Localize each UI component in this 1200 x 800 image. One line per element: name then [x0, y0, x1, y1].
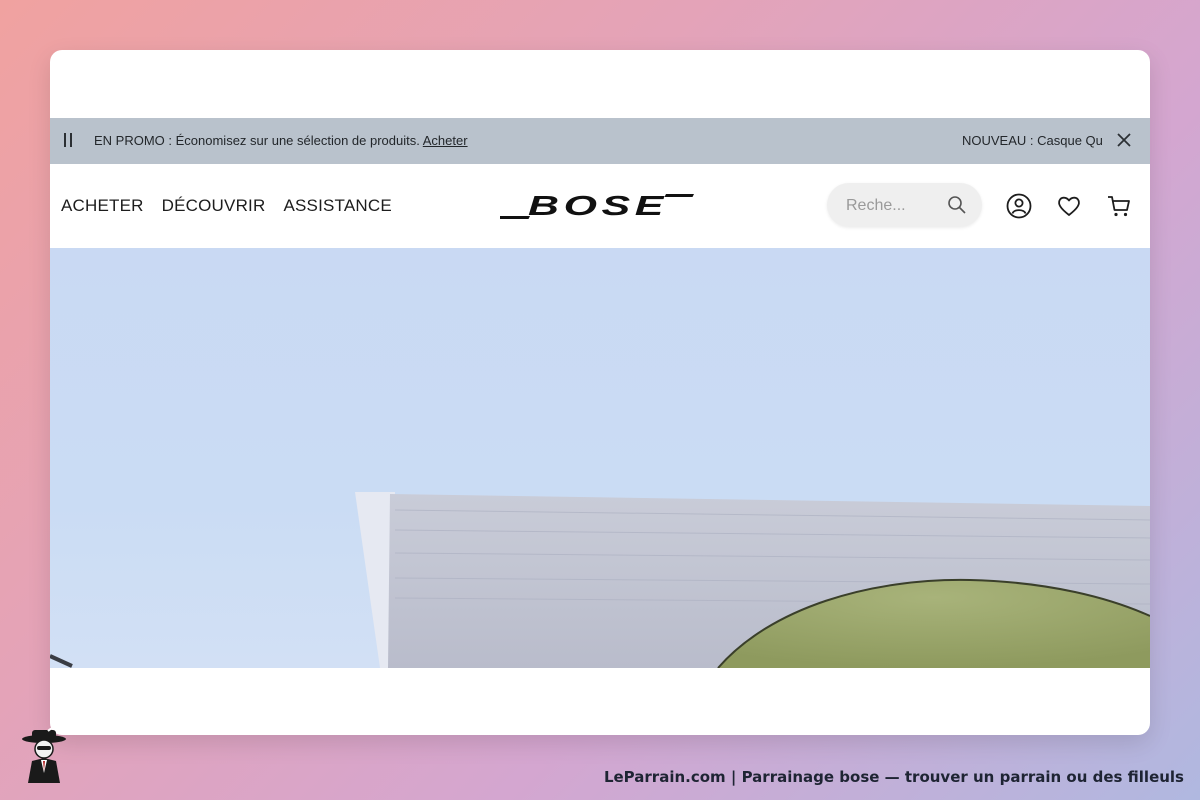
promo-new-message[interactable]: NOUVEAU : Casque Qu	[962, 118, 1102, 164]
nav-assistance[interactable]: ASSISTANCE	[283, 196, 391, 216]
leparrain-mascot-logo	[22, 727, 66, 783]
pause-bar	[64, 133, 66, 147]
close-icon[interactable]	[1114, 130, 1134, 150]
promo-text: EN PROMO : Économisez sur une sélection …	[94, 133, 423, 148]
hero-banner[interactable]	[50, 248, 1150, 668]
promo-bar: EN PROMO : Économisez sur une sélection …	[50, 118, 1150, 164]
cable	[50, 654, 73, 668]
logo-text: BOSE	[528, 194, 668, 220]
promo-shop-link[interactable]: Acheter	[423, 133, 468, 148]
heart-icon[interactable]	[1056, 193, 1082, 219]
search-input[interactable]	[844, 183, 938, 229]
pause-button[interactable]	[64, 133, 76, 149]
bose-logo[interactable]: BOSE	[500, 194, 694, 220]
cart-icon[interactable]	[1106, 193, 1132, 219]
main-nav: ACHETER DÉCOUVRIR ASSISTANCE	[61, 164, 392, 248]
browser-screenshot-card: EN PROMO : Économisez sur une sélection …	[50, 50, 1150, 735]
site-header: ACHETER DÉCOUVRIR ASSISTANCE BOSE	[50, 164, 1150, 248]
account-icon[interactable]	[1006, 193, 1032, 219]
hero-image	[50, 492, 1150, 668]
nav-decouvrir[interactable]: DÉCOUVRIR	[162, 196, 266, 216]
nav-acheter[interactable]: ACHETER	[61, 196, 144, 216]
promo-message: EN PROMO : Économisez sur une sélection …	[94, 118, 468, 164]
footer-caption: LeParrain.com | Parrainage bose — trouve…	[603, 768, 1184, 786]
search-box	[827, 183, 982, 229]
pause-bar	[70, 133, 72, 147]
search-icon[interactable]	[947, 195, 967, 215]
